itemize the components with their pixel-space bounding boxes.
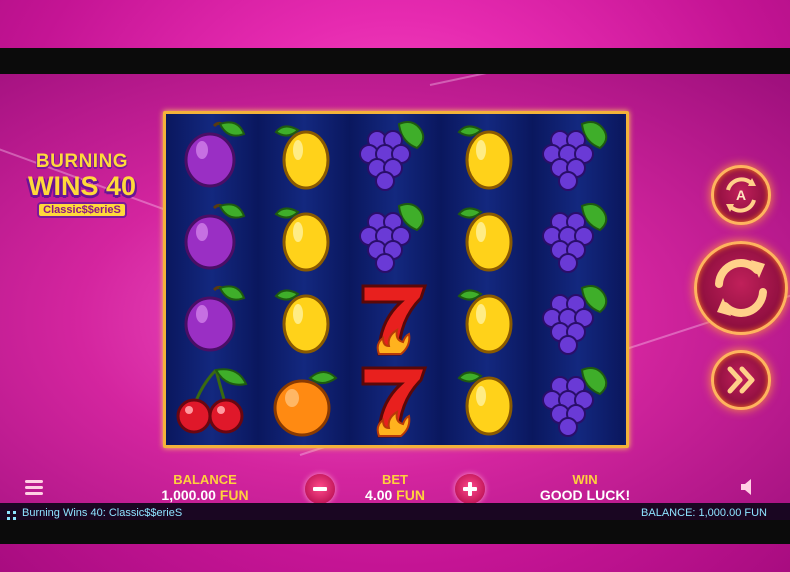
lemon-icon [441,278,533,360]
plum-icon [166,114,258,196]
grapes-icon [532,278,624,360]
logo-wins-40: WINS 40 [27,171,137,201]
menu-button[interactable] [24,478,44,496]
plum-icon [166,196,258,278]
spin-icon [715,259,767,317]
speaker-icon [741,479,751,495]
bet-value: 4.00 FUN [340,487,450,503]
bet-unit: FUN [396,487,425,503]
game-title-text: Burning Wins 40: Classic$$erieS [22,507,183,519]
bet-label: BET [382,472,408,487]
spin-button[interactable] [694,241,788,335]
lemon-icon [441,360,533,442]
light-streak [429,74,790,86]
grapes-icon [532,196,624,278]
fullscreen-button[interactable] [7,508,17,520]
grapes-icon [532,114,624,196]
grapes-icon [349,196,441,278]
plum-icon [166,278,258,360]
sound-button[interactable] [738,477,758,497]
autoplay-button[interactable]: A [711,165,771,225]
win-message: GOOD LUCK! [539,487,631,503]
lemon-icon [258,114,350,196]
bet-amount: 4.00 [365,487,393,503]
logo-classic-series: Classic$$erieS [37,202,127,218]
seven-icon [349,278,441,360]
plus-icon [463,482,477,496]
bet-decrease-button[interactable] [305,474,335,504]
lemon-icon [441,114,533,196]
cherries-icon [166,360,258,442]
seven-icon [349,360,441,442]
info-balance-text: BALANCE: 1,000.00 FUN [641,507,767,519]
reel-5 [532,114,624,445]
hamburger-menu-icon [25,480,43,495]
grid-icon [7,511,16,520]
lemon-icon [258,196,350,278]
balance-label: BALANCE [173,472,237,487]
reel-2 [258,114,350,445]
minus-icon [313,487,327,491]
grapes-icon [349,114,441,196]
game-logo: BURNING WINS 40 Classic$$erieS [8,152,156,218]
balance-amount: 1,000.00 [161,487,216,503]
balance-value: 1,000.00 FUN [140,487,270,503]
bet-increase-button[interactable] [455,474,485,504]
turbo-button[interactable] [711,350,771,410]
reel-1 [166,114,258,445]
reel-3 [349,114,441,445]
reel-grid [163,111,629,448]
win-label: WIN [572,472,598,487]
balance-unit: FUN [219,487,249,503]
grapes-icon [532,360,624,442]
reel-4 [441,114,533,445]
lemon-icon [258,278,350,360]
svg-text:A: A [736,187,746,203]
top-letterbox-bar [0,48,790,74]
orange-icon [258,360,350,442]
logo-burning: BURNING [35,151,129,172]
fast-forward-icon [727,366,755,394]
lemon-icon [441,196,533,278]
bottom-letterbox-bar [0,520,790,544]
autoplay-icon: A [726,177,756,213]
